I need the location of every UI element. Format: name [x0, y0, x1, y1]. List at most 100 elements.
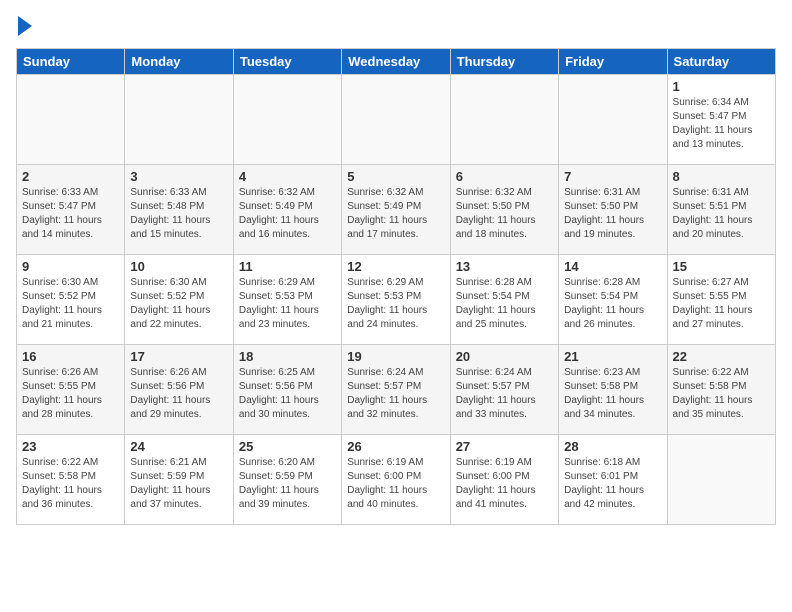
calendar-week-row: 2 Sunrise: 6:33 AM Sunset: 5:47 PM Daylig…	[17, 165, 776, 255]
calendar-cell: 27 Sunrise: 6:19 AM Sunset: 6:00 PM Dayli…	[450, 435, 558, 525]
calendar-cell: 26 Sunrise: 6:19 AM Sunset: 6:00 PM Dayli…	[342, 435, 450, 525]
day-number: 11	[239, 259, 336, 274]
day-info: Sunrise: 6:28 AM Sunset: 5:54 PM Dayligh…	[456, 276, 553, 332]
calendar-cell: 16Sunrise: 6:26 AM Sunset: 5:55 PM Dayli…	[17, 345, 125, 435]
calendar-cell: 28 Sunrise: 6:18 AM Sunset: 6:01 PM Dayli…	[559, 435, 667, 525]
day-number: 3	[130, 169, 227, 184]
calendar-cell: 14 Sunrise: 6:28 AM Sunset: 5:54 PM Dayli…	[559, 255, 667, 345]
calendar-cell	[559, 75, 667, 165]
day-number: 15	[673, 259, 770, 274]
day-info: Sunrise: 6:27 AM Sunset: 5:55 PM Dayligh…	[673, 276, 770, 332]
day-number: 14	[564, 259, 661, 274]
day-number: 16	[22, 349, 119, 364]
day-info: Sunrise: 6:32 AM Sunset: 5:49 PM Dayligh…	[239, 186, 336, 242]
calendar-cell: 18 Sunrise: 6:25 AM Sunset: 5:56 PM Dayli…	[233, 345, 341, 435]
day-info: Sunrise: 6:22 AM Sunset: 5:58 PM Dayligh…	[22, 456, 119, 512]
day-info: Sunrise: 6:21 AM Sunset: 5:59 PM Dayligh…	[130, 456, 227, 512]
calendar-cell: 19 Sunrise: 6:24 AM Sunset: 5:57 PM Dayli…	[342, 345, 450, 435]
weekday-header: Wednesday	[342, 49, 450, 75]
calendar-cell	[125, 75, 233, 165]
calendar-cell	[667, 435, 775, 525]
day-number: 27	[456, 439, 553, 454]
calendar-cell: 23 Sunrise: 6:22 AM Sunset: 5:58 PM Dayli…	[17, 435, 125, 525]
page-header	[16, 16, 776, 36]
day-info: Sunrise: 6:24 AM Sunset: 5:57 PM Dayligh…	[347, 366, 444, 422]
day-info: Sunrise: 6:19 AM Sunset: 6:00 PM Dayligh…	[347, 456, 444, 512]
day-number: 6	[456, 169, 553, 184]
calendar-cell: 2 Sunrise: 6:33 AM Sunset: 5:47 PM Daylig…	[17, 165, 125, 255]
calendar-table: SundayMondayTuesdayWednesdayThursdayFrid…	[16, 48, 776, 525]
calendar-cell: 5 Sunrise: 6:32 AM Sunset: 5:49 PM Daylig…	[342, 165, 450, 255]
day-info: Sunrise: 6:29 AM Sunset: 5:53 PM Dayligh…	[347, 276, 444, 332]
calendar-cell: 12 Sunrise: 6:29 AM Sunset: 5:53 PM Dayli…	[342, 255, 450, 345]
calendar-cell: 10 Sunrise: 6:30 AM Sunset: 5:52 PM Dayli…	[125, 255, 233, 345]
day-number: 19	[347, 349, 444, 364]
day-number: 25	[239, 439, 336, 454]
day-info: Sunrise: 6:30 AM Sunset: 5:52 PM Dayligh…	[130, 276, 227, 332]
day-number: 10	[130, 259, 227, 274]
calendar-week-row: 16Sunrise: 6:26 AM Sunset: 5:55 PM Dayli…	[17, 345, 776, 435]
calendar-week-row: 9 Sunrise: 6:30 AM Sunset: 5:52 PM Daylig…	[17, 255, 776, 345]
day-number: 12	[347, 259, 444, 274]
calendar-cell: 9 Sunrise: 6:30 AM Sunset: 5:52 PM Daylig…	[17, 255, 125, 345]
weekday-header: Friday	[559, 49, 667, 75]
day-info: Sunrise: 6:24 AM Sunset: 5:57 PM Dayligh…	[456, 366, 553, 422]
day-info: Sunrise: 6:31 AM Sunset: 5:51 PM Dayligh…	[673, 186, 770, 242]
day-number: 24	[130, 439, 227, 454]
day-info: Sunrise: 6:19 AM Sunset: 6:00 PM Dayligh…	[456, 456, 553, 512]
calendar-cell: 20 Sunrise: 6:24 AM Sunset: 5:57 PM Dayli…	[450, 345, 558, 435]
calendar-cell: 1 Sunrise: 6:34 AM Sunset: 5:47 PM Daylig…	[667, 75, 775, 165]
calendar-cell: 4 Sunrise: 6:32 AM Sunset: 5:49 PM Daylig…	[233, 165, 341, 255]
weekday-header: Tuesday	[233, 49, 341, 75]
calendar-cell: 11 Sunrise: 6:29 AM Sunset: 5:53 PM Dayli…	[233, 255, 341, 345]
day-info: Sunrise: 6:32 AM Sunset: 5:50 PM Dayligh…	[456, 186, 553, 242]
day-info: Sunrise: 6:23 AM Sunset: 5:58 PM Dayligh…	[564, 366, 661, 422]
day-info: Sunrise: 6:33 AM Sunset: 5:47 PM Dayligh…	[22, 186, 119, 242]
day-info: Sunrise: 6:22 AM Sunset: 5:58 PM Dayligh…	[673, 366, 770, 422]
day-number: 17	[130, 349, 227, 364]
day-number: 8	[673, 169, 770, 184]
day-number: 7	[564, 169, 661, 184]
calendar-cell	[233, 75, 341, 165]
day-info: Sunrise: 6:31 AM Sunset: 5:50 PM Dayligh…	[564, 186, 661, 242]
calendar-week-row: 23 Sunrise: 6:22 AM Sunset: 5:58 PM Dayli…	[17, 435, 776, 525]
day-number: 22	[673, 349, 770, 364]
calendar-cell: 3 Sunrise: 6:33 AM Sunset: 5:48 PM Daylig…	[125, 165, 233, 255]
calendar-cell: 25 Sunrise: 6:20 AM Sunset: 5:59 PM Dayli…	[233, 435, 341, 525]
day-number: 28	[564, 439, 661, 454]
day-info: Sunrise: 6:30 AM Sunset: 5:52 PM Dayligh…	[22, 276, 119, 332]
logo	[16, 16, 32, 36]
calendar-cell	[450, 75, 558, 165]
calendar-cell	[17, 75, 125, 165]
day-info: Sunrise: 6:25 AM Sunset: 5:56 PM Dayligh…	[239, 366, 336, 422]
day-number: 18	[239, 349, 336, 364]
day-info: Sunrise: 6:33 AM Sunset: 5:48 PM Dayligh…	[130, 186, 227, 242]
day-number: 1	[673, 79, 770, 94]
calendar-cell: 7 Sunrise: 6:31 AM Sunset: 5:50 PM Daylig…	[559, 165, 667, 255]
day-info: Sunrise: 6:32 AM Sunset: 5:49 PM Dayligh…	[347, 186, 444, 242]
weekday-header: Thursday	[450, 49, 558, 75]
calendar-cell: 17 Sunrise: 6:26 AM Sunset: 5:56 PM Dayli…	[125, 345, 233, 435]
day-info: Sunrise: 6:20 AM Sunset: 5:59 PM Dayligh…	[239, 456, 336, 512]
day-number: 21	[564, 349, 661, 364]
weekday-header: Saturday	[667, 49, 775, 75]
calendar-cell: 22 Sunrise: 6:22 AM Sunset: 5:58 PM Dayli…	[667, 345, 775, 435]
day-number: 23	[22, 439, 119, 454]
weekday-header: Sunday	[17, 49, 125, 75]
day-number: 13	[456, 259, 553, 274]
day-number: 2	[22, 169, 119, 184]
day-number: 4	[239, 169, 336, 184]
day-number: 5	[347, 169, 444, 184]
day-number: 26	[347, 439, 444, 454]
day-number: 20	[456, 349, 553, 364]
day-info: Sunrise: 6:34 AM Sunset: 5:47 PM Dayligh…	[673, 96, 770, 152]
day-info: Sunrise: 6:18 AM Sunset: 6:01 PM Dayligh…	[564, 456, 661, 512]
day-number: 9	[22, 259, 119, 274]
day-info: Sunrise: 6:26 AM Sunset: 5:56 PM Dayligh…	[130, 366, 227, 422]
calendar-cell: 13 Sunrise: 6:28 AM Sunset: 5:54 PM Dayli…	[450, 255, 558, 345]
calendar-cell	[342, 75, 450, 165]
calendar-cell: 6 Sunrise: 6:32 AM Sunset: 5:50 PM Daylig…	[450, 165, 558, 255]
day-info: Sunrise: 6:29 AM Sunset: 5:53 PM Dayligh…	[239, 276, 336, 332]
calendar-cell: 24 Sunrise: 6:21 AM Sunset: 5:59 PM Dayli…	[125, 435, 233, 525]
day-info: Sunrise: 6:28 AM Sunset: 5:54 PM Dayligh…	[564, 276, 661, 332]
